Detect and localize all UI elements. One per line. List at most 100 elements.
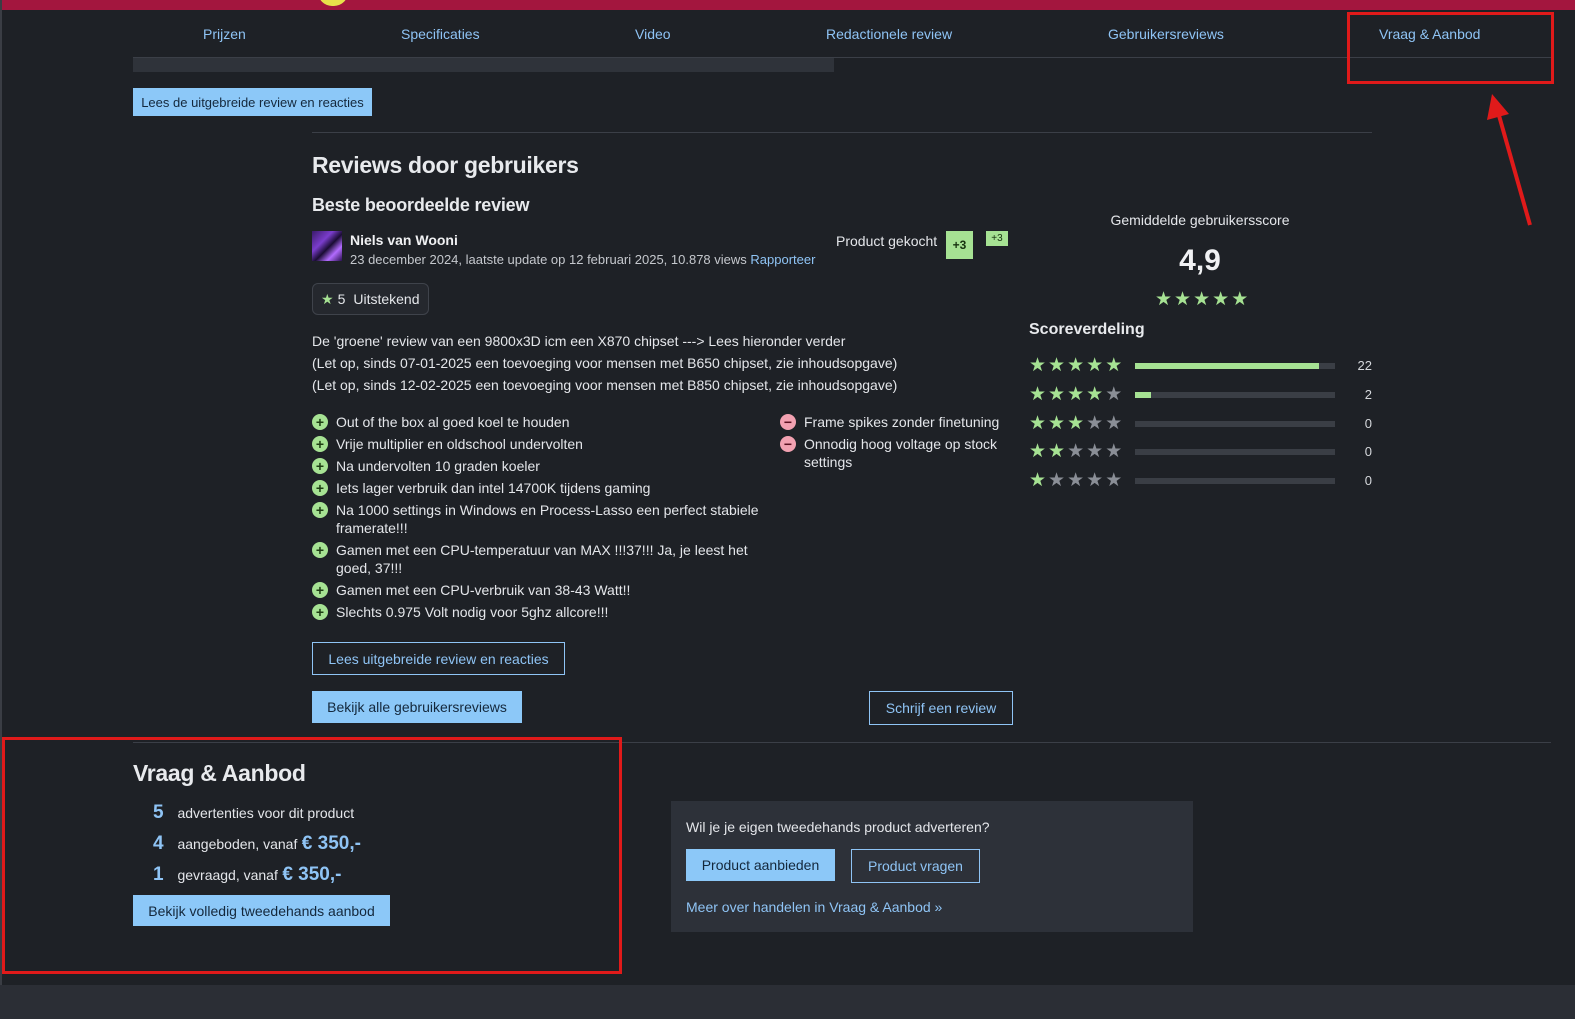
advertise-question: Wil je je eigen tweedehands product adve… — [686, 819, 990, 835]
description-line: (Let op, sinds 12-02-2025 een toevoeging… — [312, 377, 898, 393]
plus-icon: + — [312, 542, 328, 558]
star-icon: ★ — [1067, 413, 1085, 434]
star-icon: ★ — [1067, 355, 1085, 376]
score-distribution-row: ★ ★ ★ ★ ★ 0 — [1029, 442, 1372, 462]
arrow-head — [1487, 94, 1509, 120]
ask-product-button[interactable]: Product vragen — [851, 849, 980, 883]
minus-icon: − — [780, 414, 796, 430]
distribution-count: 0 — [1364, 444, 1372, 459]
best-review-heading: Beste beoordeelde review — [312, 195, 530, 215]
pro-item: + Vrije multiplier en oldschool undervolt… — [312, 435, 762, 453]
star-icon: ★ — [1105, 413, 1123, 434]
tab-video[interactable]: Video — [635, 26, 671, 42]
star-icon: ★ — [1067, 470, 1085, 491]
distribution-count: 0 — [1364, 473, 1372, 488]
review-meta: 23 december 2024, laatste update op 12 f… — [350, 252, 815, 267]
more-trading-link[interactable]: Meer over handelen in Vraag & Aanbod » — [686, 899, 942, 915]
distribution-bar — [1135, 421, 1335, 427]
all-user-reviews-button[interactable]: Bekijk alle gebruikersreviews — [312, 691, 522, 723]
product-bought-label: Product gekocht — [836, 233, 938, 249]
rating-label: Uitstekend — [353, 291, 420, 307]
star-icon: ★ — [1105, 355, 1123, 376]
arrow-shaft — [1496, 111, 1532, 226]
review-score-badge-small: +3 — [986, 231, 1008, 246]
star-icon: ★ — [1067, 441, 1085, 462]
con-item: − Onnodig hoog voltage op stock settings — [780, 435, 1005, 471]
star-icon: ★ — [1067, 384, 1085, 405]
pro-item: + Na 1000 settings in Windows en Process-… — [312, 501, 762, 537]
pro-item: + Gamen met een CPU-verbruik van 38-43 Wa… — [312, 581, 762, 599]
divider — [312, 132, 1372, 133]
plus-icon: + — [312, 458, 328, 474]
read-review-top-button[interactable]: Lees de uitgebreide review en reacties — [133, 88, 372, 116]
author-avatar[interactable] — [312, 231, 342, 261]
distribution-bar-fill — [1135, 392, 1151, 398]
star-icon: ★ — [1048, 384, 1066, 405]
star-icon: ★ — [1086, 441, 1104, 462]
description-line: De 'groene' review van een 9800x3D icm e… — [312, 333, 846, 349]
tab-prijzen[interactable]: Prijzen — [203, 26, 246, 42]
score-distribution-row: ★ ★ ★ ★ ★ 22 — [1029, 356, 1372, 376]
page-footer — [0, 985, 1575, 1019]
star-icon: ★ — [1231, 289, 1249, 310]
tab-specificaties[interactable]: Specificaties — [401, 26, 480, 42]
tab-redactionele-review[interactable]: Redactionele review — [826, 26, 952, 42]
annotation-arrow — [1487, 94, 1532, 226]
star-icon: ★ — [1048, 355, 1066, 376]
cons-list: − Frame spikes zonder finetuning − Onnodig… — [780, 413, 1005, 475]
review-description: De 'groene' review van een 9800x3D icm e… — [312, 330, 1012, 396]
report-link[interactable]: Rapporteer — [750, 252, 815, 267]
distribution-bar — [1135, 449, 1335, 455]
rating-value: 5 — [337, 291, 346, 307]
advertise-panel: Wil je je eigen tweedehands product adve… — [671, 801, 1193, 932]
distribution-bar — [1135, 478, 1335, 484]
star-icon: ★ — [1105, 441, 1123, 462]
score-distribution-title: Scoreverdeling — [1029, 321, 1145, 338]
distribution-count: 22 — [1357, 358, 1372, 373]
plus-icon: + — [312, 582, 328, 598]
star-icon: ★ — [1048, 470, 1066, 491]
star-icon: ★ — [1048, 413, 1066, 434]
review-meta-text: 23 december 2024, laatste update op 12 f… — [350, 252, 747, 267]
description-line: (Let op, sinds 07-01-2025 een toevoeging… — [312, 355, 898, 371]
star-icon: ★ — [1105, 470, 1123, 491]
score-distribution-row: ★ ★ ★ ★ ★ 0 — [1029, 414, 1372, 434]
pro-item: + Slechts 0.975 Volt nodig voor 5ghz allc… — [312, 603, 762, 621]
logo-dot — [318, 0, 348, 6]
plus-icon: + — [312, 436, 328, 452]
avg-score-label: Gemiddelde gebruikersscore — [1110, 212, 1290, 228]
review-rating-chip: ★ 5 Uitstekend — [312, 283, 429, 315]
score-distribution-row: ★ ★ ★ ★ ★ 0 — [1029, 471, 1372, 491]
read-full-review-button[interactable]: Lees uitgebreide review en reacties — [312, 642, 565, 675]
tab-gebruikersreviews[interactable]: Gebruikersreviews — [1108, 26, 1224, 42]
star-icon: ★ — [1029, 470, 1047, 491]
avg-score-value: 4,9 — [1179, 244, 1221, 277]
minus-icon: − — [780, 436, 796, 452]
star-icon: ★ — [1193, 289, 1211, 310]
offer-product-button[interactable]: Product aanbieden — [686, 849, 835, 881]
star-icon: ★ — [1174, 289, 1192, 310]
con-item: − Frame spikes zonder finetuning — [780, 413, 1005, 431]
pro-item: + Out of the box al goed koel te houden — [312, 413, 762, 431]
reviews-heading: Reviews door gebruikers — [312, 152, 579, 178]
star-icon: ★ — [1212, 289, 1230, 310]
distribution-bar — [1135, 363, 1335, 369]
star-icon: ★ — [1155, 289, 1173, 310]
star-icon: ★ — [1086, 413, 1104, 434]
pro-item: + Gamen met een CPU-temperatuur van MAX !… — [312, 541, 762, 577]
star-icon: ★ — [1086, 384, 1104, 405]
write-review-button[interactable]: Schrijf een review — [869, 691, 1013, 725]
review-score-badge[interactable]: +3 — [946, 231, 973, 259]
plus-icon: + — [312, 480, 328, 496]
pros-list: + Out of the box al goed koel te houden +… — [312, 413, 762, 625]
avg-score-stars: ★ ★ ★ ★ ★ — [1155, 290, 1248, 309]
site-top-bar — [0, 0, 1575, 10]
star-icon: ★ — [1105, 384, 1123, 405]
product-tab-bar: Prijzen Specificaties Video Redactionele… — [133, 10, 1551, 58]
star-icon: ★ — [1086, 470, 1104, 491]
distribution-count: 2 — [1364, 387, 1372, 402]
author-name[interactable]: Niels van Wooni — [350, 232, 458, 248]
annotation-highlight-section — [2, 737, 622, 974]
distribution-count: 0 — [1364, 416, 1372, 431]
star-icon: ★ — [1086, 355, 1104, 376]
